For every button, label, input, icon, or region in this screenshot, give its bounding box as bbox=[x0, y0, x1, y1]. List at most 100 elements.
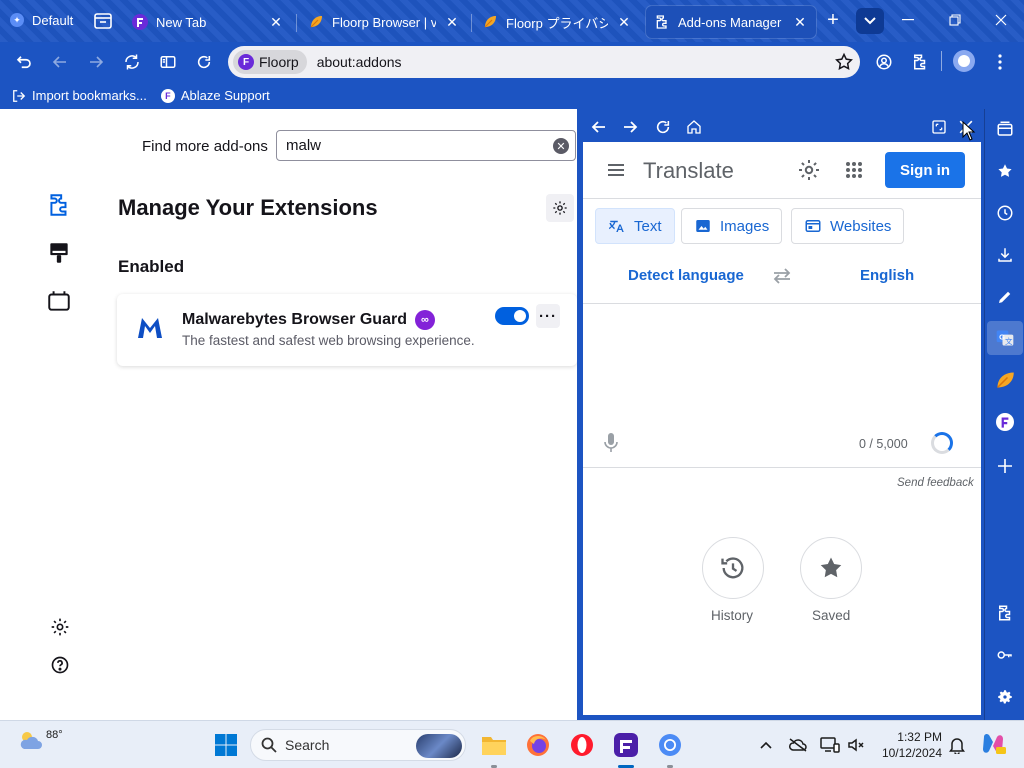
addons-support-icon[interactable] bbox=[50, 655, 70, 675]
folder-icon bbox=[482, 737, 506, 755]
sidebar-item-downloads[interactable] bbox=[993, 243, 1017, 267]
panel-forward-button[interactable] bbox=[619, 116, 641, 138]
search-icon bbox=[261, 737, 277, 753]
category-themes[interactable] bbox=[46, 240, 72, 266]
floorp-leaf-icon bbox=[310, 16, 322, 28]
extensions-button[interactable] bbox=[908, 50, 932, 74]
translate-settings-icon[interactable] bbox=[797, 158, 821, 182]
history-button[interactable] bbox=[702, 537, 764, 599]
taskbar-clock[interactable]: 1:32 PM 10/12/2024 bbox=[872, 729, 942, 761]
close-tab-icon[interactable]: ✕ bbox=[792, 14, 808, 30]
minimize-button[interactable] bbox=[893, 8, 923, 32]
account-button[interactable] bbox=[872, 50, 896, 74]
bookmark-import[interactable]: Import bookmarks... bbox=[12, 88, 147, 103]
app-menu-button[interactable] bbox=[988, 50, 1012, 74]
bookmark-star-icon[interactable] bbox=[834, 52, 854, 72]
sidebar-item-library[interactable] bbox=[993, 117, 1017, 141]
sidebar-item-bookmarks[interactable] bbox=[993, 159, 1017, 183]
sidebar-item-translate[interactable]: G文 bbox=[987, 321, 1023, 355]
back-button[interactable] bbox=[48, 50, 72, 74]
url-text[interactable]: about:addons bbox=[317, 54, 402, 70]
taskbar-search-box[interactable]: Search bbox=[250, 729, 466, 761]
addons-settings-icon[interactable] bbox=[50, 617, 70, 637]
sidebar-item-floorp[interactable] bbox=[993, 410, 1017, 434]
category-plugins[interactable] bbox=[46, 288, 72, 314]
bookmark-ablaze-support[interactable]: F Ablaze Support bbox=[160, 88, 270, 103]
tab-new-tab[interactable]: New Tab ✕ bbox=[124, 6, 292, 38]
start-button[interactable] bbox=[212, 731, 240, 759]
panel-fullscreen-button[interactable] bbox=[928, 116, 950, 138]
close-tab-icon[interactable]: ✕ bbox=[268, 14, 284, 30]
sidebar-item-extensions[interactable] bbox=[993, 601, 1017, 625]
copilot-button[interactable] bbox=[980, 731, 1006, 757]
tab-manager-icon[interactable] bbox=[92, 10, 114, 32]
restore-button[interactable] bbox=[940, 8, 970, 32]
sign-in-button[interactable]: Sign in bbox=[885, 152, 965, 188]
sidebar-item-passwords[interactable] bbox=[993, 643, 1017, 667]
divider bbox=[583, 467, 981, 468]
tab-divider bbox=[296, 14, 297, 32]
expand-icon bbox=[932, 120, 946, 134]
addons-search-input[interactable]: malw ✕ bbox=[276, 130, 576, 161]
reload-button[interactable] bbox=[192, 50, 216, 74]
main-menu-icon[interactable] bbox=[605, 159, 627, 181]
floorp-button[interactable] bbox=[612, 731, 640, 759]
swap-languages-icon[interactable] bbox=[771, 267, 793, 285]
sidebar-toggle-button[interactable] bbox=[156, 50, 180, 74]
extension-card[interactable]: Malwarebytes Browser Guard ∞ The fastest… bbox=[117, 294, 577, 366]
close-tab-icon[interactable]: ✕ bbox=[616, 14, 632, 30]
file-explorer-button[interactable] bbox=[480, 731, 508, 759]
show-hidden-icons-button[interactable] bbox=[756, 735, 776, 755]
sidebar-item-settings[interactable] bbox=[993, 685, 1017, 709]
mode-websites-button[interactable]: Websites bbox=[791, 208, 905, 244]
web-panel: Translate Sign in Text Images Websites D… bbox=[577, 109, 984, 720]
close-window-button[interactable] bbox=[986, 8, 1016, 32]
panel-back-button[interactable] bbox=[588, 116, 610, 138]
sync-button[interactable] bbox=[120, 50, 144, 74]
target-language-button[interactable]: English bbox=[860, 267, 914, 284]
tab-floorp-privacy[interactable]: Floorp プライバシー ✕ bbox=[474, 6, 640, 38]
mode-text-button[interactable]: Text bbox=[595, 208, 675, 244]
category-extensions[interactable] bbox=[46, 192, 72, 218]
network-tray-icon[interactable] bbox=[820, 735, 840, 755]
sidebar-item-history[interactable] bbox=[993, 201, 1017, 225]
undo-close-tab-button[interactable] bbox=[12, 50, 36, 74]
firefox-button[interactable] bbox=[524, 731, 552, 759]
close-tab-icon[interactable]: ✕ bbox=[444, 14, 460, 30]
volume-tray-icon[interactable] bbox=[846, 735, 866, 755]
notifications-button[interactable] bbox=[947, 735, 967, 755]
identity-box[interactable]: F Floorp bbox=[233, 50, 307, 74]
onedrive-tray-icon[interactable] bbox=[788, 735, 808, 755]
extension-enable-toggle[interactable] bbox=[495, 307, 529, 325]
sidebar-item-notes[interactable] bbox=[993, 285, 1017, 309]
weather-widget[interactable]: 88° bbox=[18, 729, 63, 753]
tools-gear-button[interactable] bbox=[546, 194, 574, 222]
extension-more-options-button[interactable]: ··· bbox=[536, 304, 560, 328]
url-bar[interactable]: F Floorp about:addons bbox=[228, 46, 860, 78]
sidebar-item-floorp-leaf[interactable] bbox=[993, 368, 1017, 392]
tab-title: Floorp Browser | v11 bbox=[332, 14, 436, 30]
toggle-knob bbox=[514, 310, 526, 322]
find-more-label: Find more add-ons bbox=[142, 138, 268, 155]
panel-reload-button[interactable] bbox=[652, 116, 674, 138]
profile-avatar[interactable] bbox=[953, 50, 975, 72]
google-apps-icon[interactable] bbox=[843, 159, 865, 181]
saved-button[interactable] bbox=[800, 537, 862, 599]
translate-text-icon bbox=[608, 220, 624, 232]
forward-button[interactable] bbox=[84, 50, 108, 74]
source-language-button[interactable]: Detect language bbox=[628, 267, 744, 284]
list-all-tabs-button[interactable] bbox=[856, 8, 884, 34]
tab-add-ons-manager[interactable]: Add-ons Manager ✕ bbox=[646, 6, 816, 38]
chromium-button[interactable] bbox=[656, 731, 684, 759]
workspace-button[interactable]: ✦ Default bbox=[4, 6, 79, 34]
sidebar-add-panel-button[interactable] bbox=[993, 454, 1017, 478]
clear-search-icon[interactable]: ✕ bbox=[553, 138, 569, 154]
new-tab-button[interactable]: + bbox=[822, 10, 844, 32]
mode-images-button[interactable]: Images bbox=[681, 208, 783, 244]
send-feedback-link[interactable]: Send feedback bbox=[897, 477, 974, 489]
panel-home-button[interactable] bbox=[683, 116, 705, 138]
microphone-icon[interactable] bbox=[603, 432, 619, 454]
tab-floorp-browser[interactable]: Floorp Browser | v11 ✕ bbox=[300, 6, 468, 38]
windows-taskbar: 88° Search 1:32 PM 10/12/2024 bbox=[0, 720, 1024, 768]
opera-button[interactable] bbox=[568, 731, 596, 759]
